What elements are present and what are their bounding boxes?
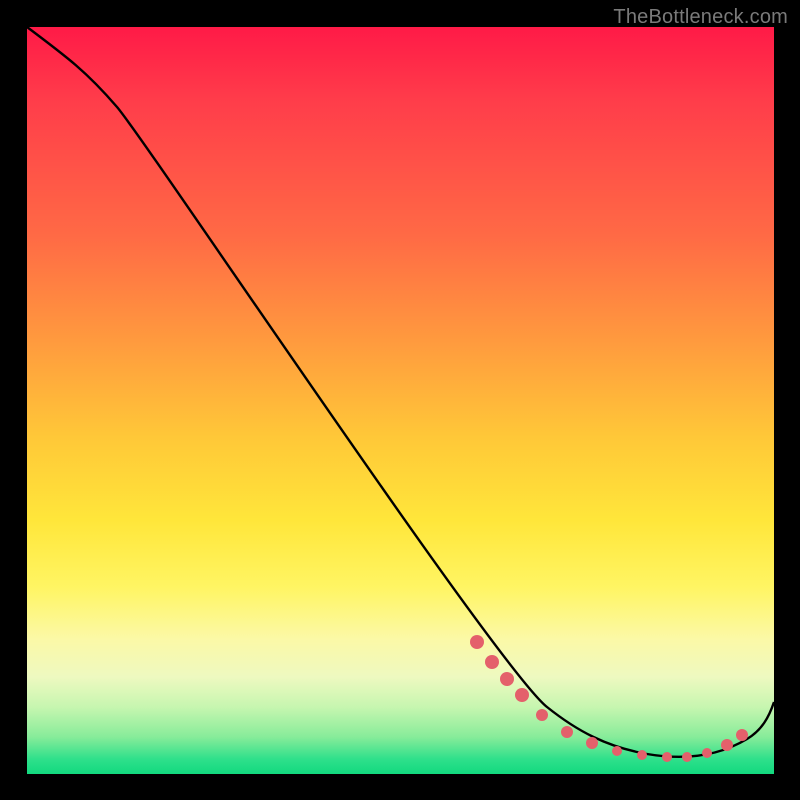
marker-dot bbox=[736, 729, 748, 741]
marker-dot bbox=[515, 688, 529, 702]
marker-dot bbox=[470, 635, 484, 649]
bottleneck-curve bbox=[27, 27, 774, 757]
marker-dot bbox=[561, 726, 573, 738]
chart-stage: TheBottleneck.com bbox=[0, 0, 800, 800]
marker-dot bbox=[485, 655, 499, 669]
marker-dot bbox=[682, 752, 692, 762]
marker-dot bbox=[721, 739, 733, 751]
marker-dot bbox=[612, 746, 622, 756]
marker-dot bbox=[637, 750, 647, 760]
marker-dot bbox=[702, 748, 712, 758]
marker-dot bbox=[500, 672, 514, 686]
plot-area bbox=[27, 27, 774, 774]
marker-dot bbox=[536, 709, 548, 721]
watermark-text: TheBottleneck.com bbox=[613, 6, 788, 29]
marker-dot bbox=[662, 752, 672, 762]
curve-layer bbox=[27, 27, 774, 774]
marker-dot bbox=[586, 737, 598, 749]
